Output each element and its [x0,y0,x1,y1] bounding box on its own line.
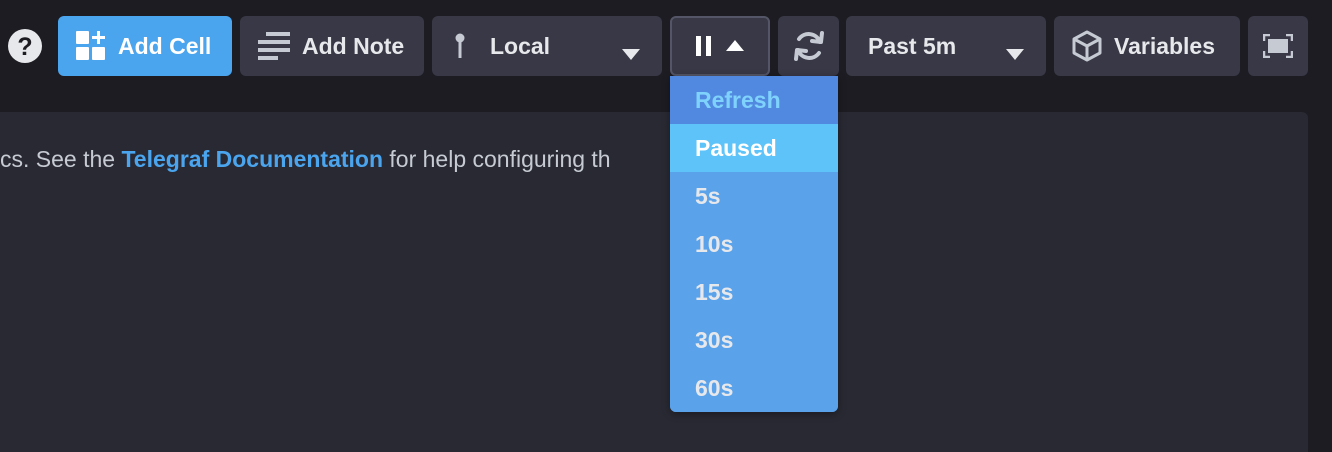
text-suffix: for help configuring th [383,146,611,172]
cube-icon [1072,30,1102,62]
note-lines-icon [258,32,290,60]
add-note-button[interactable]: Add Note [240,16,424,76]
dropdown-header: Refresh [670,76,838,124]
caret-up-icon [726,40,744,52]
question-circle-icon[interactable]: ? [7,28,43,64]
text-prefix: cs. See the [0,146,122,172]
chevron-down-icon [622,40,640,67]
presentation-mode-button[interactable] [1248,16,1308,76]
svg-text:?: ? [17,33,32,61]
dashboard-toolbar: ? Add Cell Add Note Local Past 5m Variab… [0,0,1332,96]
refresh-button[interactable] [778,16,839,76]
autorefresh-dropdown-button[interactable] [670,16,770,76]
time-range-label: Past 5m [868,32,957,59]
dropdown-item-60s[interactable]: 60s [670,364,838,412]
pin-icon [454,33,466,59]
bucket-label: Local [490,32,551,59]
pause-icon [696,36,712,56]
dropdown-item-10s[interactable]: 10s [670,220,838,268]
dropdown-item-paused[interactable]: Paused [670,124,838,172]
time-range-dropdown[interactable]: Past 5m [846,16,1046,76]
add-note-label: Add Note [302,32,405,59]
variables-label: Variables [1114,32,1216,59]
dropdown-item-30s[interactable]: 30s [670,316,838,364]
dropdown-item-5s[interactable]: 5s [670,172,838,220]
chevron-down-icon [1006,40,1024,67]
autorefresh-dropdown-menu: Refresh Paused 5s 10s 15s 30s 60s [670,76,838,412]
refresh-icon [792,29,826,63]
add-cell-button[interactable]: Add Cell [58,16,232,76]
add-cell-icon [76,31,106,61]
dropdown-item-15s[interactable]: 15s [670,268,838,316]
add-cell-label: Add Cell [118,32,212,59]
getting-started-text: cs. See the Telegraf Documentation for h… [0,144,611,174]
variables-button[interactable]: Variables [1054,16,1240,76]
bucket-dropdown[interactable]: Local [432,16,662,76]
presentation-mode-icon [1263,34,1293,58]
telegraf-docs-link[interactable]: Telegraf Documentation [121,146,383,172]
